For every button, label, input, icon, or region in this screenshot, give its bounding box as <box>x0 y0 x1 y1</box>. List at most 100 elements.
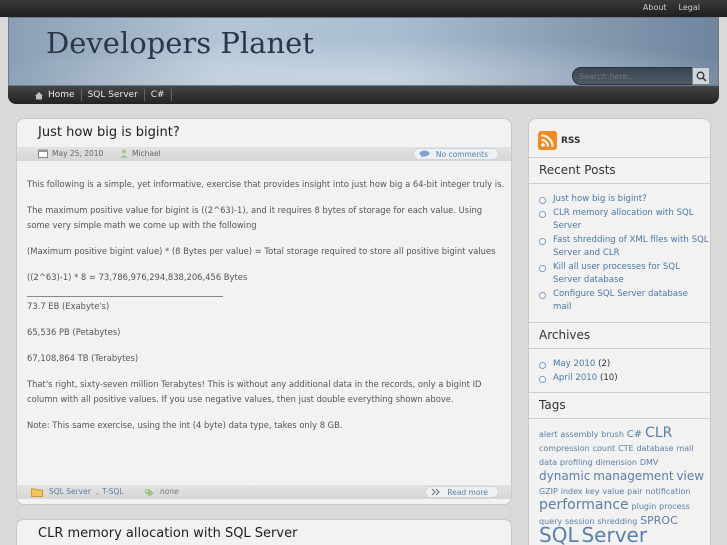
post-paragraph: (Maximum positive bigint value) * (8 Byt… <box>27 246 496 256</box>
divider <box>529 157 710 158</box>
search-button[interactable] <box>692 67 710 85</box>
archive-link[interactable]: April 2010 (10) <box>539 372 709 386</box>
site-title[interactable]: Developers Planet <box>46 26 314 60</box>
category-tsql[interactable]: T-SQL <box>102 487 123 496</box>
site-header: Developers Planet <box>8 17 719 86</box>
search-input[interactable] <box>579 70 689 83</box>
recent-posts-list: Just how big is bigint? CLR memory alloc… <box>539 193 709 315</box>
about-link[interactable]: About <box>643 3 667 12</box>
tag-link[interactable]: GZIP <box>539 487 558 496</box>
comments-link[interactable]: No comments <box>412 148 499 160</box>
tag-link[interactable]: management <box>593 469 673 483</box>
recent-posts-heading: Recent Posts <box>539 163 616 177</box>
archive-month: May 2010 <box>553 359 596 369</box>
top-bar: About Legal <box>0 0 727 17</box>
tag-link[interactable]: view <box>676 469 704 483</box>
post-paragraph: That's right, sixty-seven million Teraby… <box>27 379 482 404</box>
post-author-text[interactable]: Michael <box>132 149 161 158</box>
recent-post-link[interactable]: Just how big is bigint? <box>539 193 709 207</box>
divider <box>529 183 710 184</box>
tag-link[interactable]: brush <box>601 430 624 439</box>
tag-link[interactable]: notification <box>646 487 691 496</box>
nav-csharp-label: C# <box>150 90 165 100</box>
post-bigint: Just how big is bigint? May 25, 2010 Mic… <box>16 118 512 505</box>
sidebar: RSS Recent Posts Just how big is bigint?… <box>528 118 711 545</box>
category-sql-server[interactable]: SQL Server <box>49 487 91 496</box>
tag-link[interactable]: C# <box>627 429 642 440</box>
comments-text: No comments <box>435 149 488 159</box>
divider <box>529 418 710 419</box>
nav-sql-server[interactable]: SQL Server <box>82 86 144 104</box>
tag-link[interactable]: data <box>539 458 557 467</box>
post-body: This following is a simple, yet informat… <box>27 177 507 444</box>
tag-link[interactable]: CLR <box>645 425 672 441</box>
nav-csharp[interactable]: C# <box>145 86 171 104</box>
tag-link[interactable]: Server <box>581 523 647 545</box>
tag-cloud: alert assembly brush C# CLR compression … <box>539 425 709 545</box>
tag-link[interactable]: mail <box>676 444 693 453</box>
category-separator: , <box>96 487 99 496</box>
tag-link[interactable]: pair <box>627 487 643 496</box>
post-meta: May 25, 2010 Michael No comments <box>17 147 511 161</box>
tag-link[interactable]: database <box>636 444 673 453</box>
rss-link[interactable]: RSS <box>538 131 581 150</box>
tag-link[interactable]: CTE <box>618 444 634 453</box>
archive-count: (10) <box>599 372 618 383</box>
recent-post-link[interactable]: Configure SQL Server database mail <box>539 288 709 315</box>
tag-link[interactable]: plugin <box>632 502 657 511</box>
post-date: May 25, 2010 <box>38 149 103 158</box>
post-date-text: May 25, 2010 <box>52 149 104 158</box>
legal-link[interactable]: Legal <box>679 3 700 12</box>
tag-link[interactable]: compression <box>539 444 590 453</box>
nav-sql-server-label: SQL Server <box>87 90 138 100</box>
post-paragraph: Note: This same exercise, using the int … <box>27 420 343 430</box>
divider <box>529 348 710 349</box>
tag-icon <box>145 489 154 497</box>
tag-link[interactable]: index <box>561 487 583 496</box>
tag-link[interactable]: count <box>593 444 616 453</box>
tags-heading: Tags <box>539 398 566 412</box>
recent-post-link[interactable]: Fast shredding of XML files with SQL Ser… <box>539 234 709 261</box>
tag-link[interactable]: key <box>586 487 600 496</box>
tag-link[interactable]: dynamic <box>539 469 590 483</box>
divider <box>27 296 223 297</box>
post-paragraph: The maximum positive value for bigint is… <box>27 205 483 230</box>
comment-icon <box>419 150 430 158</box>
tag-link[interactable]: DMV <box>640 458 659 467</box>
top-links: About Legal <box>643 3 700 12</box>
nav-home[interactable]: Home <box>28 86 81 104</box>
post-paragraph: ((2^63)-1) * 8 = 73,786,976,294,838,206,… <box>27 272 248 282</box>
main-nav: Home SQL Server C# <box>8 86 719 104</box>
divider <box>529 392 710 393</box>
tag-link[interactable]: value <box>602 487 624 496</box>
read-more-link[interactable]: Read more <box>425 486 499 498</box>
archive-month: April 2010 <box>553 372 598 383</box>
size-line: 73.7 EB (Exabyte's) <box>27 301 110 311</box>
recent-post-link[interactable]: Kill all user processes for SQL Server d… <box>539 261 709 288</box>
post-clr-memory: CLR memory allocation with SQL Server <box>16 519 512 545</box>
tag-link[interactable]: dimension <box>596 458 637 467</box>
post-title[interactable]: Just how big is bigint? <box>38 125 180 140</box>
nav-separator <box>170 89 172 101</box>
post-title[interactable]: CLR memory allocation with SQL Server <box>38 526 297 541</box>
tag-link[interactable]: alert <box>539 430 557 439</box>
tag-link[interactable]: performance <box>539 497 629 513</box>
double-chevron-right-icon <box>431 488 441 496</box>
archive-link[interactable]: May 2010 (2) <box>539 358 709 372</box>
tag-link[interactable]: profiling <box>560 458 593 467</box>
archive-count: (2) <box>598 359 611 369</box>
post-tags: none <box>160 487 179 496</box>
nav-home-label: Home <box>48 90 75 100</box>
user-icon <box>120 149 128 158</box>
search-icon <box>696 71 707 82</box>
tag-link[interactable]: process <box>659 502 690 511</box>
read-more-text: Read more <box>447 487 488 497</box>
search-box <box>572 67 705 85</box>
post-footer: SQL Server , T-SQL none Read more <box>17 485 511 499</box>
post-author: Michael <box>120 149 161 158</box>
divider <box>529 322 710 323</box>
tag-link[interactable]: assembly <box>560 430 598 439</box>
post-paragraph: This following is a simple, yet informat… <box>27 179 505 189</box>
recent-post-link[interactable]: CLR memory allocation with SQL Server <box>539 207 709 234</box>
tag-link[interactable]: SQL <box>539 523 579 545</box>
